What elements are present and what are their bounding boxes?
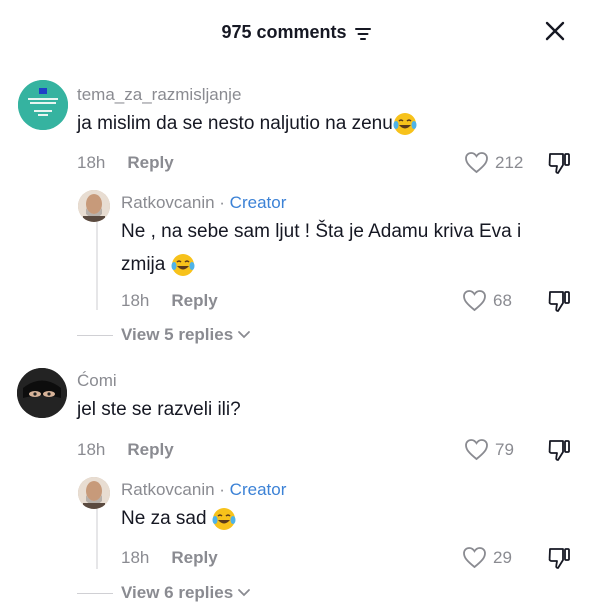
creator-avatar-image (78, 477, 110, 509)
creator-badge: Creator (229, 480, 287, 499)
comment-username[interactable]: Ćomi (77, 371, 117, 391)
comment-item: Ćomi jel ste se razveli ili? 18h Reply 79… (0, 0, 592, 615)
thumbs-down-icon[interactable] (546, 437, 572, 463)
reply-button[interactable]: Reply (171, 548, 217, 567)
reply-time: 18h (121, 548, 150, 567)
heart-icon (465, 439, 488, 461)
reply-button[interactable]: Reply (127, 440, 173, 459)
divider (77, 592, 113, 594)
like-count: 29 (493, 547, 512, 567)
like-button[interactable]: 29 (462, 546, 512, 569)
heart-icon (463, 547, 486, 569)
reply-meta: 18h Reply (121, 548, 218, 568)
comment-time: 18h (77, 440, 106, 459)
reply-username: Ratkovcanin · Creator (121, 480, 287, 499)
reply-text: Ne za sad (121, 502, 236, 535)
view-replies-button[interactable]: View 6 replies (77, 583, 251, 603)
creator-avatar[interactable] (78, 477, 110, 509)
like-button[interactable]: 79 (464, 438, 514, 461)
avatar-image (17, 368, 67, 418)
tears-of-joy-emoji (212, 507, 236, 530)
thumbs-down-icon[interactable] (546, 545, 572, 571)
like-count: 79 (495, 439, 514, 459)
thread-line (96, 509, 98, 569)
comment-meta: 18h Reply (77, 440, 174, 460)
avatar[interactable] (17, 368, 67, 418)
comment-text: jel ste se razveli ili? (77, 399, 241, 420)
chevron-down-icon (238, 589, 251, 597)
